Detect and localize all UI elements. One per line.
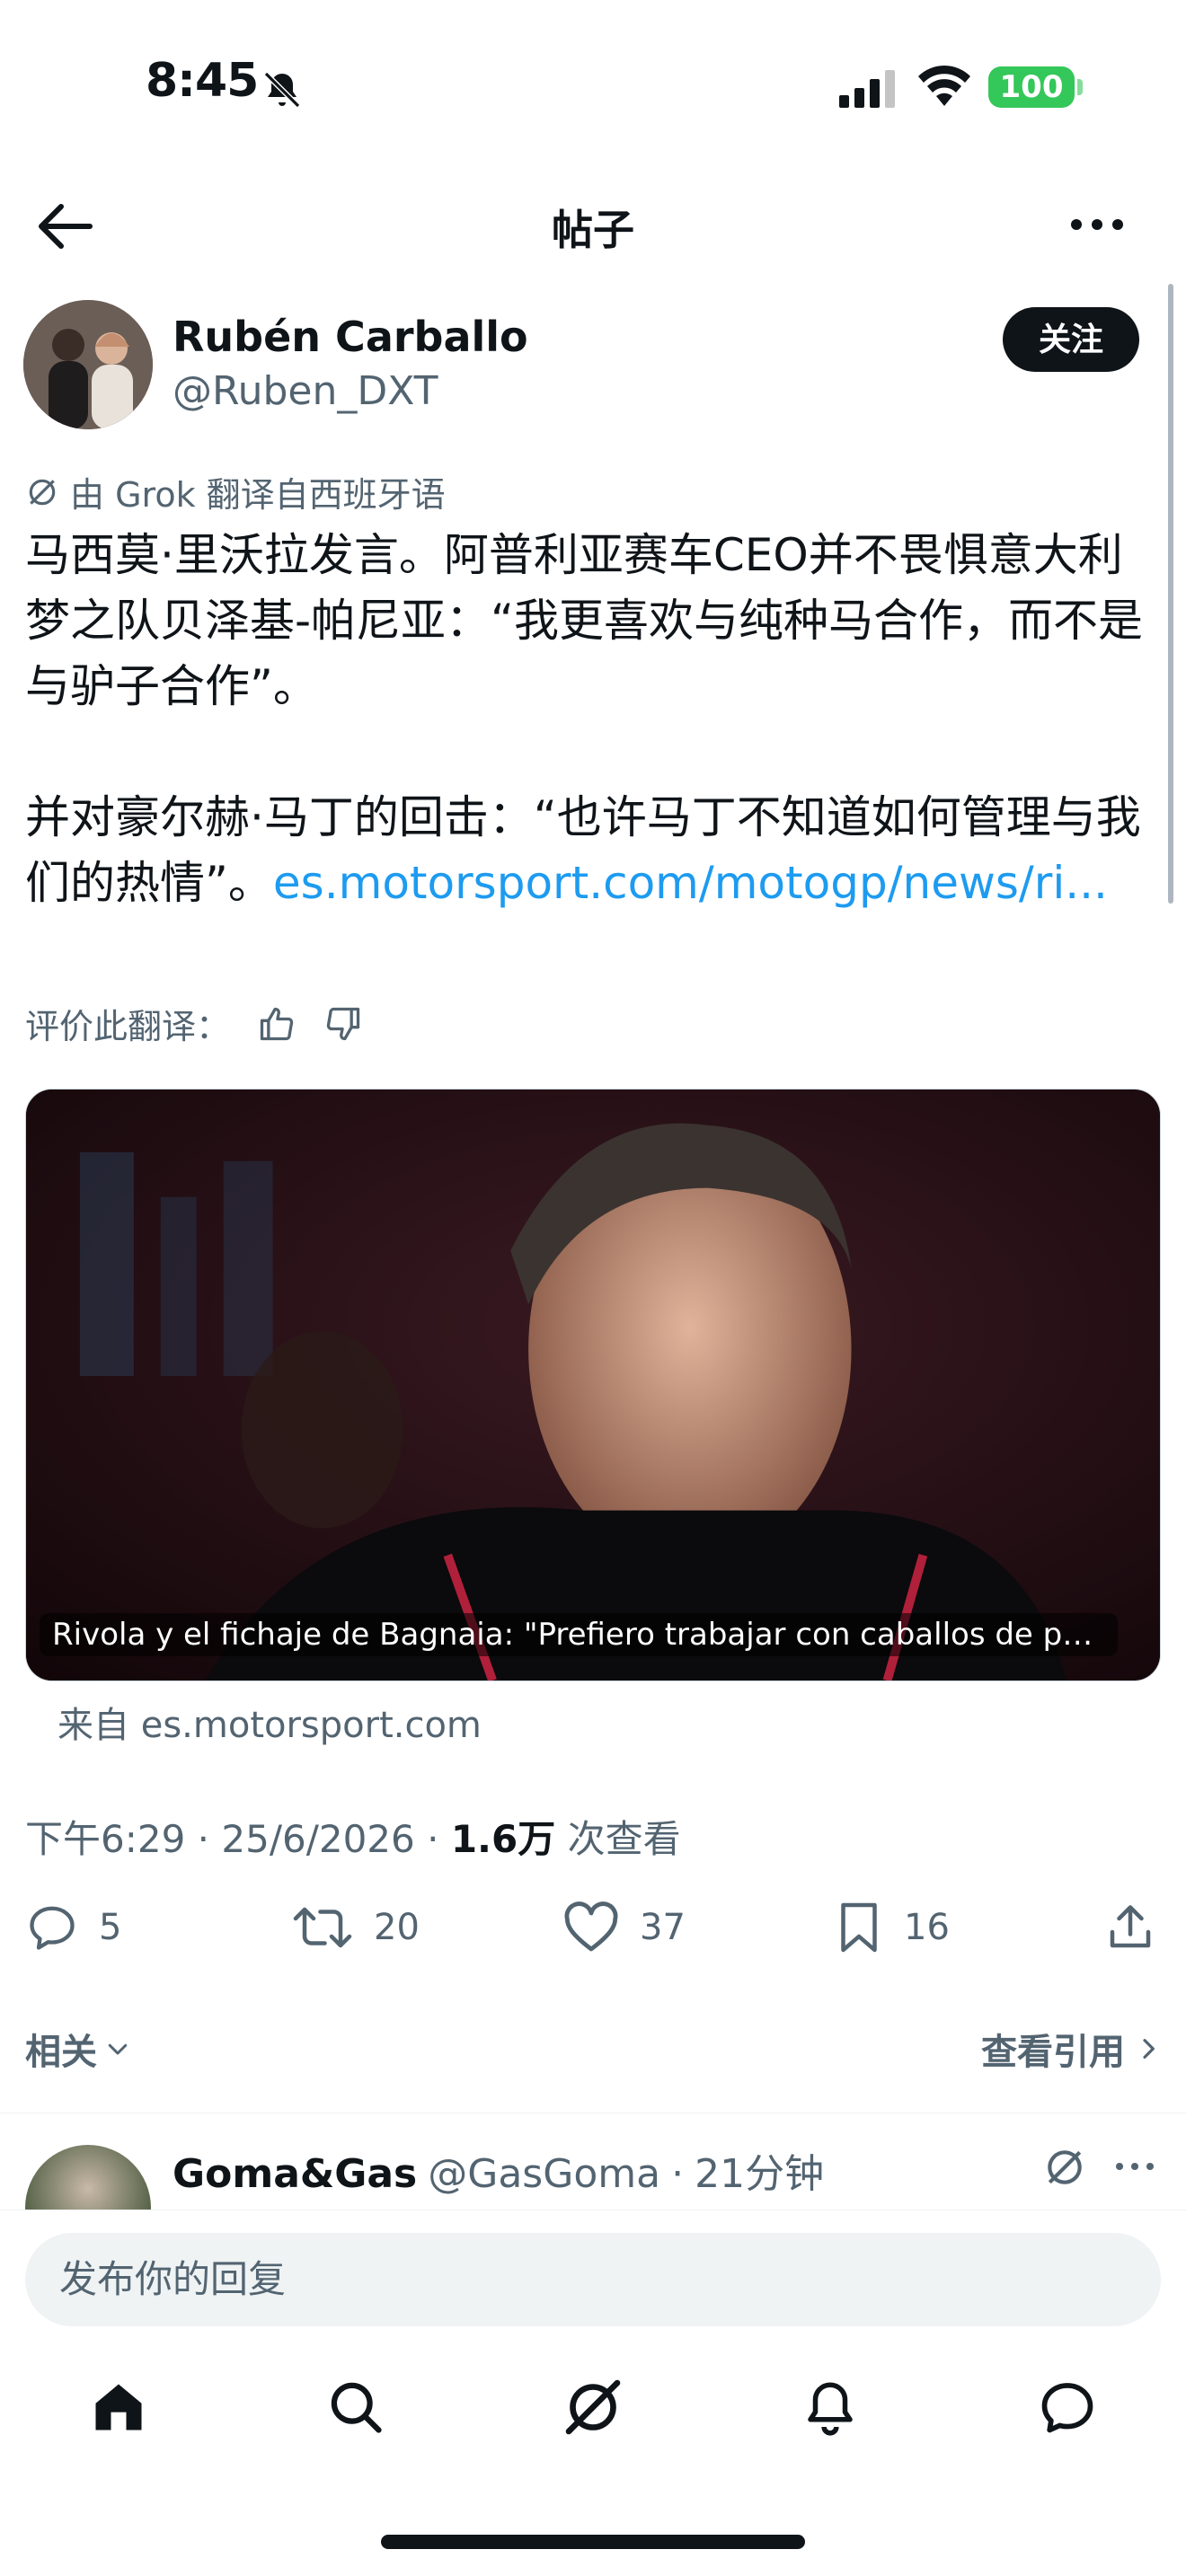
repost-count: 20 <box>374 1907 420 1948</box>
card-caption: Rivola y el fichaje de Bagnaia: "Prefier… <box>40 1613 1118 1656</box>
battery-nub <box>1077 79 1083 95</box>
reply-button[interactable]: 5 <box>25 1901 121 1954</box>
repost-button[interactable]: 20 <box>291 1901 420 1954</box>
rate-label: 评价此翻译： <box>25 1007 231 1046</box>
translated-label: 由 Grok 翻译自西班牙语 <box>70 475 446 515</box>
related-label: 相关 <box>25 2032 97 2073</box>
grok-icon <box>565 2379 621 2435</box>
reply-composer[interactable]: 发布你的回复 <box>25 2233 1161 2326</box>
card-source[interactable]: 来自 es.motorsport.com <box>58 1696 482 1748</box>
tab-messages[interactable] <box>1031 2371 1103 2443</box>
author-name[interactable]: Rubén Carballo <box>173 313 528 361</box>
action-bar: 5 20 37 16 <box>25 1901 1161 1972</box>
card-image <box>26 1090 1160 1681</box>
like-count: 37 <box>640 1907 686 1948</box>
bookmark-icon <box>841 1902 877 1953</box>
status-time: 8:45 <box>146 54 259 108</box>
chevron-right-icon <box>1143 2039 1155 2059</box>
home-icon <box>95 2384 142 2430</box>
author-handle[interactable]: @Ruben_DXT <box>173 368 438 414</box>
post-meta: 下午6:29 · 25/6/2026 · 1.6万 次查看 <box>25 1817 681 1861</box>
share-button[interactable] <box>1103 1901 1157 1954</box>
wifi-icon <box>918 65 970 106</box>
tab-grok[interactable] <box>557 2371 629 2443</box>
notifications-icon <box>808 2382 853 2436</box>
grok-icon <box>29 479 56 505</box>
bookmark-button[interactable]: 16 <box>834 1901 950 1954</box>
reply-icon <box>30 1906 75 1950</box>
tab-bar <box>0 2371 1186 2470</box>
reply-more-icon[interactable] <box>1114 2159 1155 2174</box>
heart-icon <box>564 1901 618 1952</box>
search-icon <box>331 2382 382 2433</box>
reply-author-name: Goma&Gas <box>173 2151 418 2197</box>
silent-bell-icon <box>263 71 301 109</box>
post-date: 25/6/2026 <box>221 1817 415 1861</box>
related-sort[interactable]: 相关 <box>25 2023 131 2075</box>
reply-count: 5 <box>99 1907 122 1948</box>
cellular-signal-icon <box>839 70 895 108</box>
home-indicator[interactable] <box>381 2535 805 2549</box>
more-options-icon[interactable] <box>1069 216 1125 234</box>
tab-notifications[interactable] <box>794 2371 866 2443</box>
chevron-down-icon <box>108 2043 128 2055</box>
quotes-label: 查看引用 <box>981 2032 1125 2073</box>
thumbs-down-icon[interactable] <box>323 1004 363 1044</box>
view-count: 1.6万 <box>450 1817 556 1861</box>
views-label: 次查看 <box>567 1817 681 1861</box>
post-link[interactable]: es.motorsport.com/motogp/news/ri... <box>273 857 1108 909</box>
author-avatar[interactable] <box>23 300 153 429</box>
translated-by-grok[interactable]: 由 Grok 翻译自西班牙语 <box>25 467 446 516</box>
grok-icon[interactable] <box>1042 2145 1087 2190</box>
post-text: 马西莫·里沃拉发言。阿普利亚赛车CEO并不畏惧意大利梦之队贝泽基-帕尼亚：“我更… <box>25 523 1161 916</box>
scrollbar[interactable] <box>1168 284 1173 904</box>
rate-translation: 评价此翻译： <box>25 999 363 1048</box>
bookmark-count: 16 <box>904 1907 950 1948</box>
link-preview-card[interactable] <box>25 1089 1161 1681</box>
share-icon <box>1110 1905 1151 1948</box>
post-paragraph-1: 马西莫·里沃拉发言。阿普利亚赛车CEO并不畏惧意大利梦之队贝泽基-帕尼亚：“我更… <box>25 529 1143 712</box>
tab-home[interactable] <box>83 2371 155 2443</box>
battery-indicator: 100 <box>988 66 1075 108</box>
view-quotes-link[interactable]: 查看引用 <box>981 2023 1161 2075</box>
like-button[interactable]: 37 <box>562 1901 686 1954</box>
page-title: 帖子 <box>552 206 634 254</box>
thumbs-up-icon[interactable] <box>257 1004 296 1044</box>
tab-search[interactable] <box>320 2371 392 2443</box>
reply-author-handle: @GasGoma <box>428 2151 661 2197</box>
reply-time: 21分钟 <box>695 2151 825 2197</box>
post-time: 下午6:29 <box>25 1817 186 1861</box>
reply-header[interactable]: Goma&Gas @GasGoma · 21分钟 <box>173 2141 824 2199</box>
repost-icon <box>293 1907 352 1948</box>
follow-button[interactable]: 关注 <box>1003 307 1139 372</box>
messages-icon <box>1041 2383 1093 2433</box>
